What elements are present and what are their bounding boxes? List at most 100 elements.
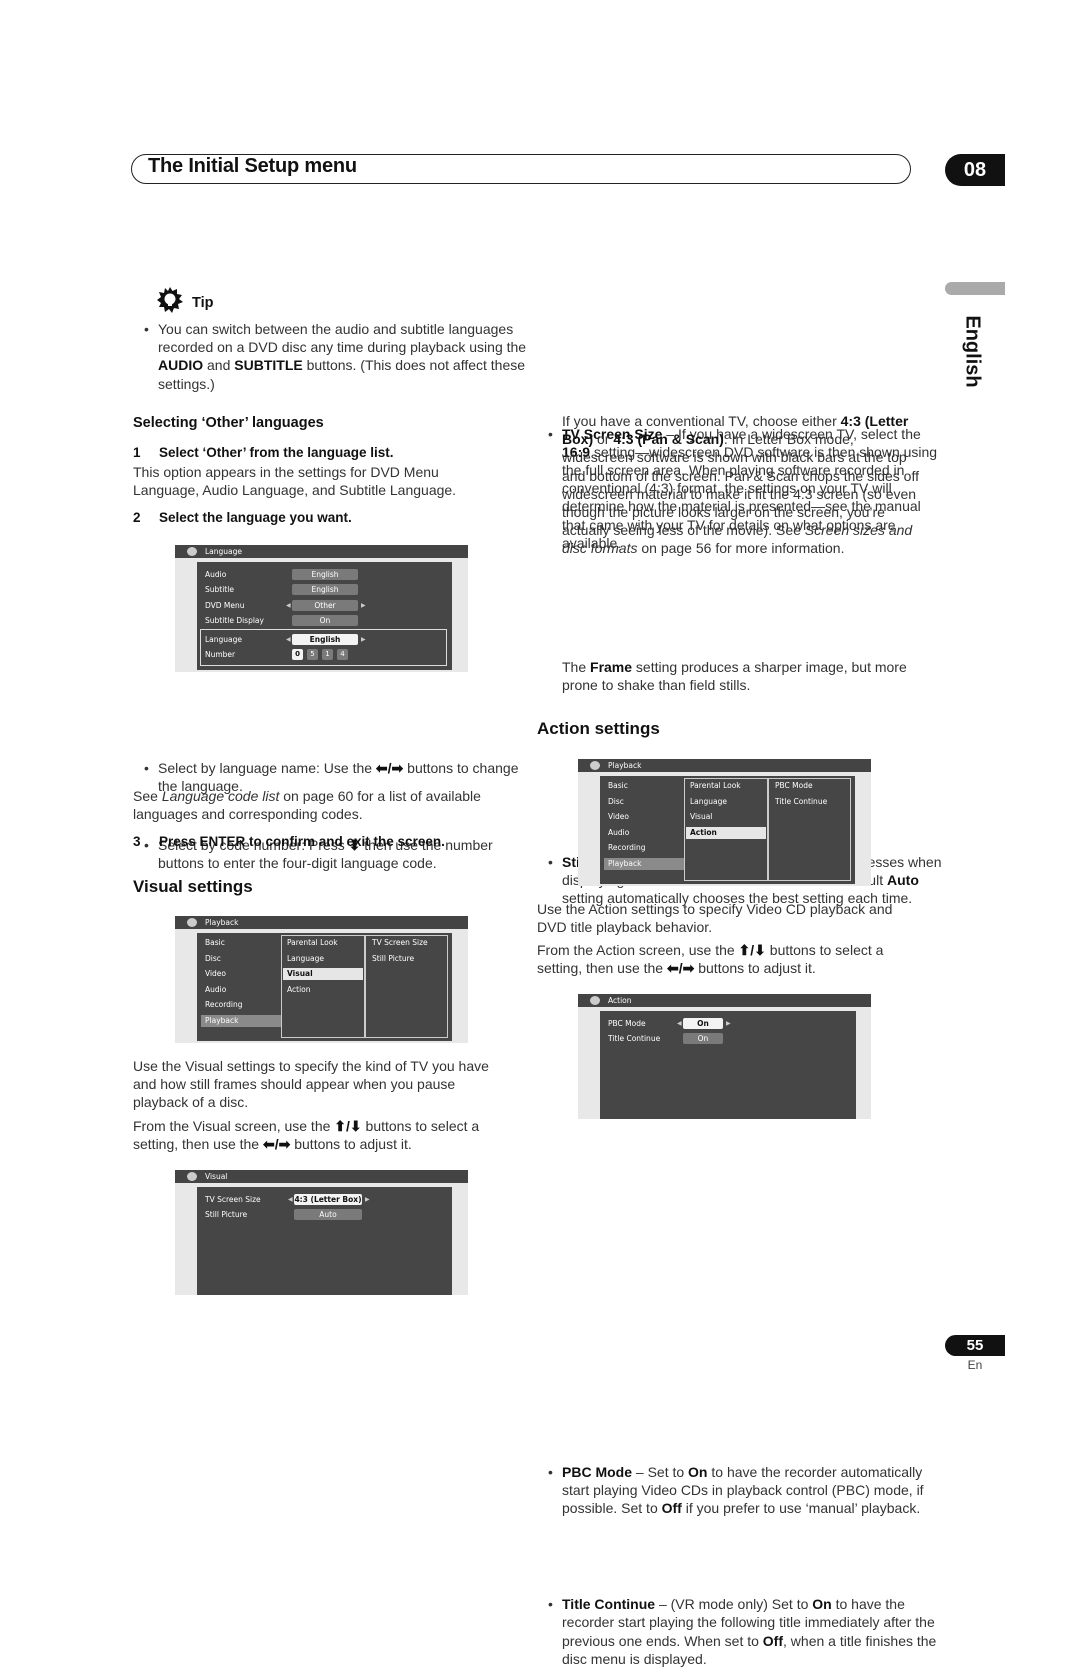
title-continue-bullet: Title Continue – (VR mode only) Set to O… xyxy=(537,1595,947,1668)
frame-setting-paragraph: The Frame setting produces a sharper ima… xyxy=(562,659,907,694)
menu-item-recording[interactable]: Recording xyxy=(201,999,281,1011)
up-down-arrows-icon: ⬆/⬇ xyxy=(738,942,766,958)
menu-item-visual[interactable]: Visual xyxy=(283,968,363,980)
menu-item-video[interactable]: Video xyxy=(201,968,281,980)
tip-text: You can switch between the audio and sub… xyxy=(133,320,536,393)
menu-item-recording[interactable]: Recording xyxy=(604,842,684,854)
menu-item-disc[interactable]: Disc xyxy=(604,796,684,808)
code-digit[interactable]: 1 xyxy=(322,649,333,660)
osd-value-still-picture[interactable]: Auto xyxy=(294,1209,362,1220)
osd-row-label: DVD Menu xyxy=(205,601,245,610)
osd-playback-body: Basic Disc Video Audio Recording Playbac… xyxy=(600,776,855,884)
action-settings-heading: Action settings xyxy=(537,719,660,738)
left-right-arrows-icon: ⬅/➡ xyxy=(375,759,404,776)
code-digit[interactable]: 0 xyxy=(292,649,303,660)
menu-item-language[interactable]: Language xyxy=(686,796,766,808)
language-side-label: English xyxy=(961,315,984,388)
osd-value-dvd-menu[interactable]: Other xyxy=(292,600,358,611)
menu-item-still-picture[interactable]: Still Picture xyxy=(368,953,446,965)
action-navigation-instructions: From the Action screen, use the ⬆/⬇ butt… xyxy=(537,942,884,977)
osd-playback-action-screen: Playback Basic Disc Video Audio Recordin… xyxy=(578,759,871,886)
step-3: 3 Press ENTER to confirm and exit the scr… xyxy=(133,834,445,849)
osd-visual-screen: Visual TV Screen Size ◀ 4:3 (Letter Box)… xyxy=(175,1170,468,1295)
code-digit[interactable]: 4 xyxy=(337,649,348,660)
osd-options-frame xyxy=(365,935,448,1038)
disc-icon xyxy=(187,547,197,556)
osd-row-label: Still Picture xyxy=(205,1210,248,1219)
menu-item-disc[interactable]: Disc xyxy=(201,953,281,965)
left-arrow-icon: ◀ xyxy=(286,636,291,643)
step-2: 2 Select the language you want. xyxy=(133,510,352,525)
menu-item-language[interactable]: Language xyxy=(283,953,363,965)
tip-label: Tip xyxy=(192,295,214,311)
osd-value-title-continue[interactable]: On xyxy=(683,1033,723,1044)
right-arrow-icon: ▶ xyxy=(726,1020,731,1027)
visual-navigation-instructions: From the Visual screen, use the ⬆/⬇ butt… xyxy=(133,1118,480,1153)
osd-row-label: Language xyxy=(205,635,243,644)
page-title: The Initial Setup menu xyxy=(148,155,357,177)
left-right-arrows-icon: ⬅/➡ xyxy=(666,960,695,977)
pbc-mode-bullet: PBC Mode – Set to On to have the recorde… xyxy=(537,1463,947,1518)
osd-options-frame xyxy=(768,778,851,881)
osd-playback-body: Basic Disc Video Audio Recording Playbac… xyxy=(197,933,452,1041)
osd-value-tv-screen-size[interactable]: 4:3 (Letter Box) xyxy=(294,1194,362,1205)
osd-value-pbc-mode[interactable]: On xyxy=(683,1018,723,1029)
osd-action-header: Action xyxy=(578,994,871,1007)
left-arrow-icon: ◀ xyxy=(286,602,291,609)
osd-action-body: PBC Mode ◀ On ▶ Title Continue On xyxy=(600,1011,856,1119)
disc-icon xyxy=(590,996,600,1005)
up-down-arrows-icon: ⬆/⬇ xyxy=(334,1118,362,1134)
menu-item-basic[interactable]: Basic xyxy=(604,780,684,792)
selecting-other-heading: Selecting ‘Other’ languages xyxy=(133,415,324,431)
menu-item-title-continue[interactable]: Title Continue xyxy=(771,796,849,808)
osd-row-label: Number xyxy=(205,650,236,659)
menu-item-video[interactable]: Video xyxy=(604,811,684,823)
right-arrow-icon: ▶ xyxy=(361,602,366,609)
osd-action-screen: Action PBC Mode ◀ On ▶ Title Continue On xyxy=(578,994,871,1119)
left-right-arrows-icon: ⬅/➡ xyxy=(262,1136,291,1153)
action-description: Use the Action settings to specify Video… xyxy=(537,901,893,936)
disc-icon xyxy=(590,761,600,770)
menu-item-tv-screen-size[interactable]: TV Screen Size xyxy=(368,937,446,949)
language-code-reference: See Language code list on page 60 for a … xyxy=(133,788,481,823)
page-language-code: En xyxy=(967,1358,983,1372)
visual-description: Use the Visual settings to specify the k… xyxy=(133,1058,489,1111)
osd-value-subtitle-display[interactable]: On xyxy=(292,615,358,626)
osd-playback-header: Playback xyxy=(175,916,468,929)
code-digit[interactable]: 5 xyxy=(307,649,318,660)
language-tab-marker xyxy=(945,282,1005,295)
menu-item-audio[interactable]: Audio xyxy=(201,984,281,996)
osd-visual-header: Visual xyxy=(175,1170,468,1183)
page-number: 55 xyxy=(945,1335,1005,1356)
osd-row-label: Subtitle Display xyxy=(205,616,264,625)
menu-item-audio[interactable]: Audio xyxy=(604,827,684,839)
left-arrow-icon: ◀ xyxy=(677,1020,682,1027)
menu-item-visual[interactable]: Visual xyxy=(686,811,766,823)
osd-language-screen: Language Audio English Subtitle English … xyxy=(175,545,468,672)
osd-language-body: Audio English Subtitle English DVD Menu … xyxy=(197,562,452,670)
menu-item-basic[interactable]: Basic xyxy=(201,937,281,949)
osd-row-label: Subtitle xyxy=(205,585,234,594)
visual-settings-heading: Visual settings xyxy=(133,877,253,896)
right-arrow-icon: ▶ xyxy=(361,636,366,643)
left-arrow-icon: ◀ xyxy=(288,1196,293,1203)
menu-item-parental-lock[interactable]: Parental Look xyxy=(686,780,766,792)
menu-item-parental-lock[interactable]: Parental Look xyxy=(283,937,363,949)
step-1: 1 Select ‘Other’ from the language list. xyxy=(133,445,394,460)
right-arrow-icon: ▶ xyxy=(365,1196,370,1203)
menu-item-action[interactable]: Action xyxy=(686,827,766,839)
osd-row-label: PBC Mode xyxy=(608,1019,646,1028)
step-1-description: This option appears in the settings for … xyxy=(133,464,457,499)
osd-value-subtitle[interactable]: English xyxy=(292,584,358,595)
osd-playback-header: Playback xyxy=(578,759,871,772)
menu-item-action[interactable]: Action xyxy=(283,984,363,996)
menu-item-playback[interactable]: Playback xyxy=(201,1015,281,1027)
osd-row-label: TV Screen Size xyxy=(205,1195,261,1204)
menu-item-pbc-mode[interactable]: PBC Mode xyxy=(771,780,849,792)
osd-value-audio[interactable]: English xyxy=(292,569,358,580)
disc-icon xyxy=(187,918,197,927)
osd-row-label: Audio xyxy=(205,570,227,579)
osd-row-label: Title Continue xyxy=(608,1034,661,1043)
osd-value-language[interactable]: English xyxy=(292,634,358,645)
menu-item-playback[interactable]: Playback xyxy=(604,858,684,870)
